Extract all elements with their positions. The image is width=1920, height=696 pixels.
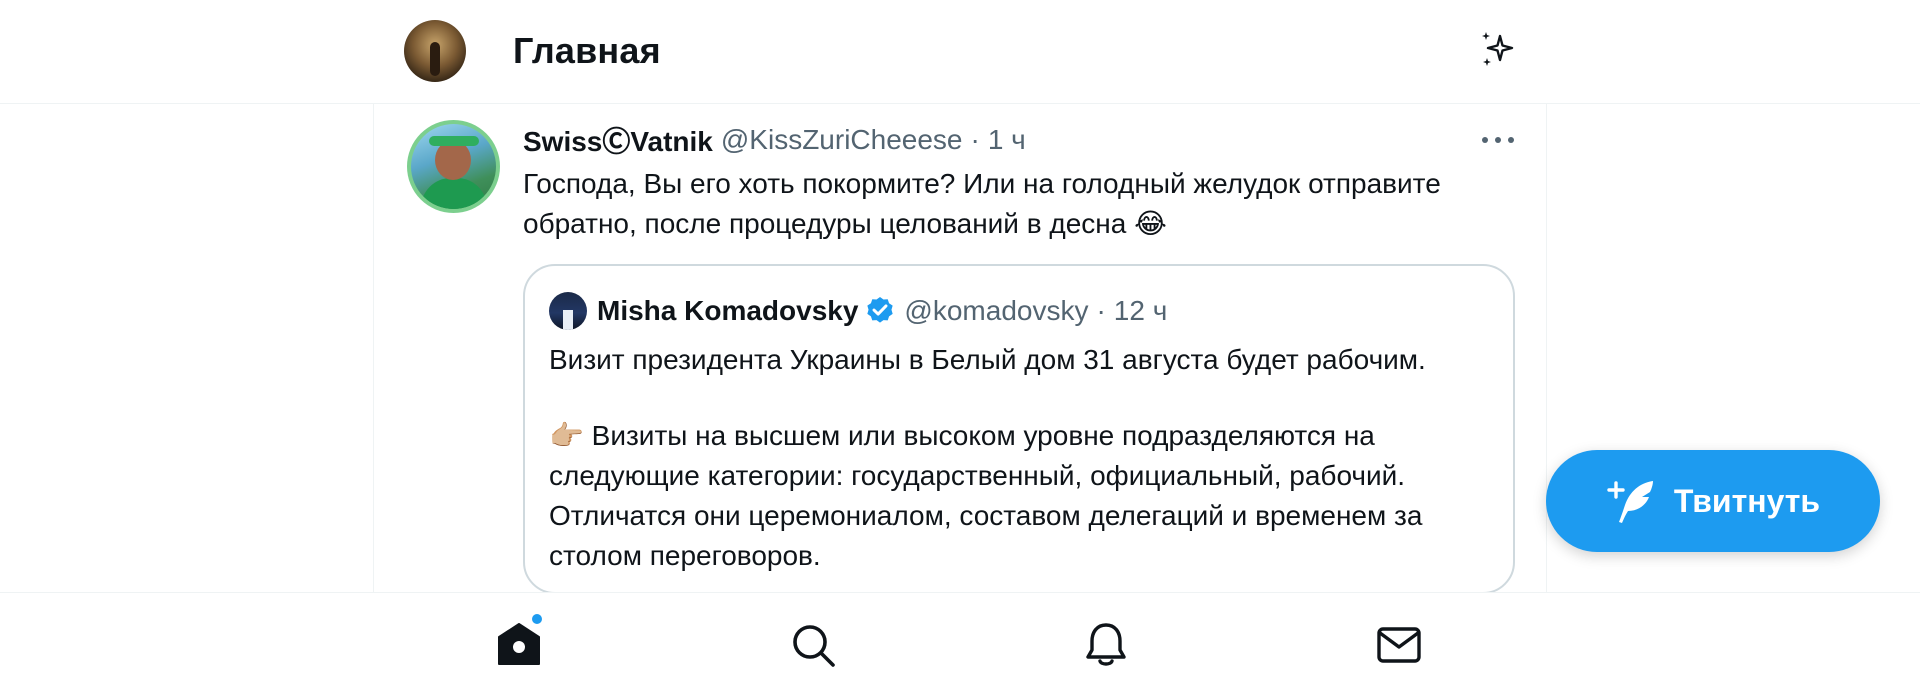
- tweet-author-name[interactable]: SwissⒸVatnik: [523, 120, 713, 160]
- bottom-navigation: [0, 592, 1920, 696]
- tweet-text: Господа, Вы его хоть покормите? Или на г…: [523, 168, 1441, 239]
- verified-badge-icon: [867, 297, 894, 323]
- search-icon: [793, 625, 835, 667]
- quoted-timestamp: 12 ч: [1113, 295, 1168, 326]
- more-icon[interactable]: [1480, 124, 1516, 156]
- page-title: Главная: [513, 30, 661, 71]
- compose-feather-icon: [1607, 481, 1653, 523]
- quoted-author-handle: @komadovsky: [904, 295, 1089, 326]
- quoted-author-name: Misha Komadovsky: [597, 295, 859, 326]
- tweet-timestamp[interactable]: 1 ч: [988, 124, 1026, 156]
- new-posts-badge: [530, 612, 544, 626]
- tweet-compose-button[interactable]: Твитнуть: [1546, 450, 1880, 552]
- tweet-author-handle[interactable]: @KissZuriCheeese: [721, 124, 963, 156]
- user-avatar[interactable]: [404, 20, 466, 82]
- top-header: Главная: [0, 0, 1920, 104]
- tweet-header: SwissⒸVatnik @KissZuriCheeese · 1 ч: [523, 122, 1026, 158]
- nav-search[interactable]: [781, 613, 845, 677]
- quoted-paragraph-2: 👉🏼 Визиты на высшем или высоком уровне п…: [549, 420, 1423, 571]
- tweet-author-avatar[interactable]: [407, 120, 500, 213]
- quoted-paragraph-1: Визит президента Украины в Белый дом 31 …: [549, 344, 1426, 375]
- quoted-tweet-text: Визит президента Украины в Белый дом 31 …: [549, 340, 1499, 576]
- home-icon: [498, 623, 540, 665]
- tweet-separator: ·: [970, 124, 980, 155]
- quoted-tweet-card[interactable]: Misha Komadovsky @komadovsky · 12 ч Визи…: [523, 264, 1515, 594]
- bell-icon: [1086, 623, 1126, 666]
- quoted-tweet-header: Misha Komadovsky @komadovsky · 12 ч: [597, 292, 1167, 330]
- quoted-author-avatar: [549, 292, 587, 330]
- mail-icon: [1377, 627, 1421, 663]
- sparkle-icon[interactable]: [1478, 30, 1518, 70]
- quoted-separator: ·: [1096, 295, 1106, 326]
- nav-messages[interactable]: [1367, 613, 1431, 677]
- avatar-mask-shape: [430, 42, 440, 76]
- nav-notifications[interactable]: [1074, 613, 1138, 677]
- tweet-compose-label: Твитнуть: [1673, 482, 1821, 519]
